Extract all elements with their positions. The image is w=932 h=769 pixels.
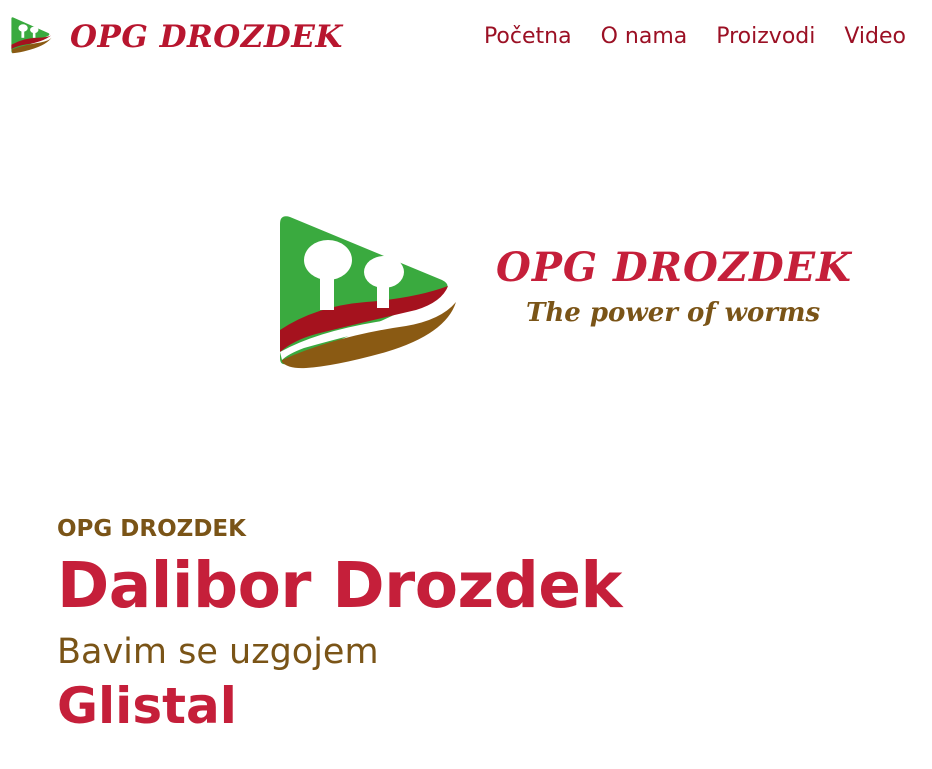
nav-item-pocetna[interactable]: Početna xyxy=(484,24,572,50)
nav-item-proizvodi[interactable]: Proizvodi xyxy=(716,24,815,50)
intro-lead-text: Bavim se uzgojem xyxy=(57,631,379,672)
hero-logo: OPG DROZDEK The power of worms xyxy=(276,212,932,372)
hero-title: OPG DROZDEK xyxy=(496,244,852,291)
hero-tagline: The power of worms xyxy=(526,298,821,328)
brand-home-link[interactable]: OPG DROZDEK xyxy=(10,14,343,56)
intro-section: OPG DROZDEK Dalibor Drozdek Bavim se uzg… xyxy=(57,516,917,731)
owner-name-heading: Dalibor Drozdek xyxy=(57,548,622,622)
product-heading: Glistal xyxy=(57,677,237,736)
mushroom-play-logo-icon xyxy=(276,212,458,370)
mushroom-play-logo-icon xyxy=(10,14,52,56)
site-header: OPG DROZDEK Početna O nama Proizvodi Vid… xyxy=(0,0,932,80)
main-nav: Početna O nama Proizvodi Video xyxy=(484,24,906,50)
nav-item-video[interactable]: Video xyxy=(844,24,906,50)
brand-name: OPG DROZDEK xyxy=(70,18,343,55)
nav-item-o-nama[interactable]: O nama xyxy=(601,24,688,50)
intro-kicker: OPG DROZDEK xyxy=(57,516,246,542)
